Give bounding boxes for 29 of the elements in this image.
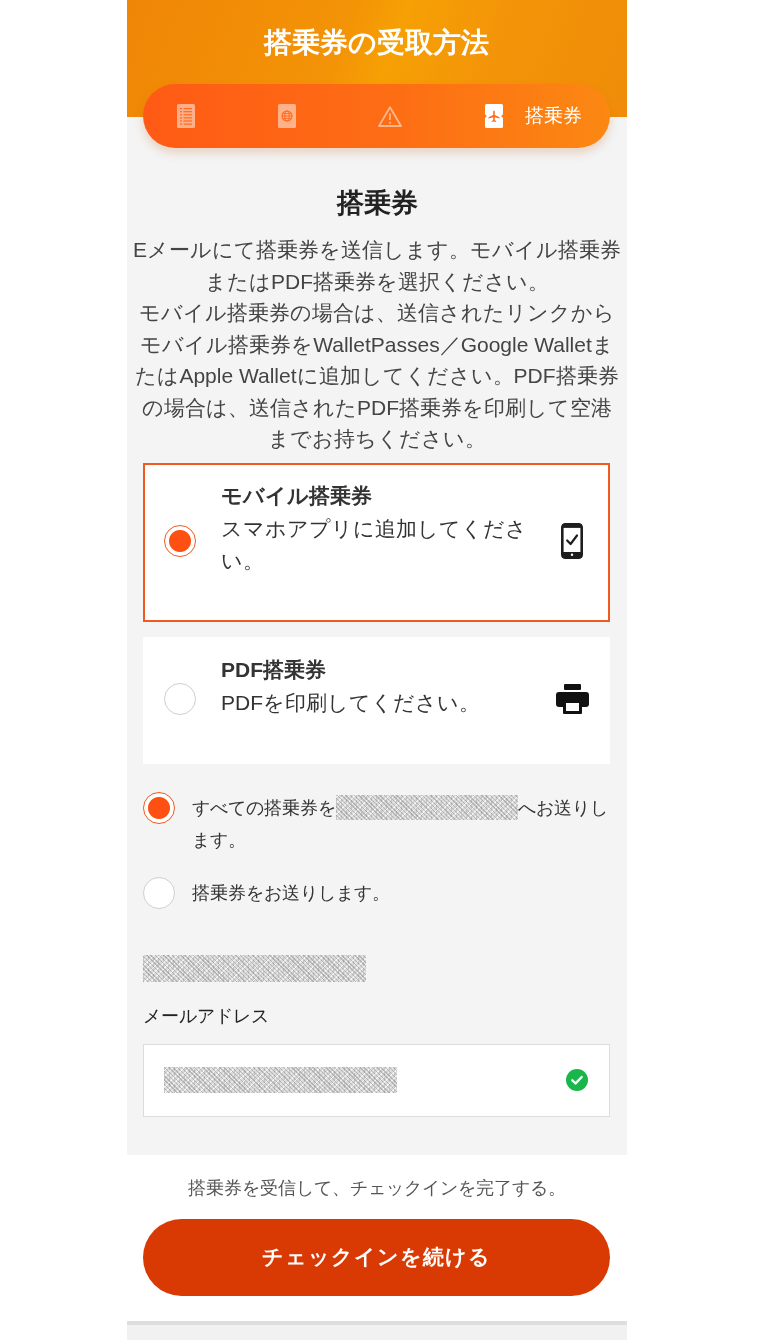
option-subtitle: スマホアプリに追加してください。 [221,515,528,574]
radio-button[interactable] [143,876,175,909]
radio-button[interactable] [143,791,175,824]
radio-button[interactable] [164,525,196,557]
checklist-icon [177,104,195,128]
option-card[interactable]: PDF搭乗券 PDFを印刷してください。 [143,636,610,764]
option-title: PDF搭乗券 [221,656,326,683]
email-field[interactable] [143,1043,610,1117]
option-subtitle: PDFを印刷してください。 [221,689,480,716]
field-label: メールアドレス [143,1004,269,1028]
step-tab[interactable] [277,104,296,128]
radio-button[interactable] [164,683,196,715]
passport-icon [277,104,296,128]
radio-label: 搭乗券をお送りします。 [192,881,391,905]
phone-check-icon [561,523,583,559]
continue-button[interactable]: チェックインを続ける [143,1218,610,1296]
description-text: Eメールにて搭乗券を送信します。モバイル搭乗券またはPDF搭乗券を選択ください。 [132,237,622,295]
description-text: モバイル搭乗券の場合は、送信されたリンクからモバイル搭乗券をWalletPasses／Google WalletまたはApple Walletに追加してください。PDF搭乗券の場合は、送信されたPDF搭乗券を印刷して空港までお持ちください。 [134,300,620,452]
step-tab[interactable] [378,105,403,127]
radio-label: すべての搭乗券を へお送りします。 [192,791,622,856]
warning-icon [378,105,403,127]
option-card[interactable]: モバイル搭乗券 スマホアプリに追加してください。 [143,462,610,622]
boarding-pass-icon [484,104,503,128]
step-tab[interactable] [177,104,195,128]
section-title: 搭乗券 [335,187,419,220]
option-title: モバイル搭乗券 [221,482,372,509]
printer-icon [555,684,589,714]
footer-note: 搭乗券を受信して、チェックインを完了する。 [187,1176,566,1200]
page-title: 搭乗券の受取方法 [262,26,490,60]
